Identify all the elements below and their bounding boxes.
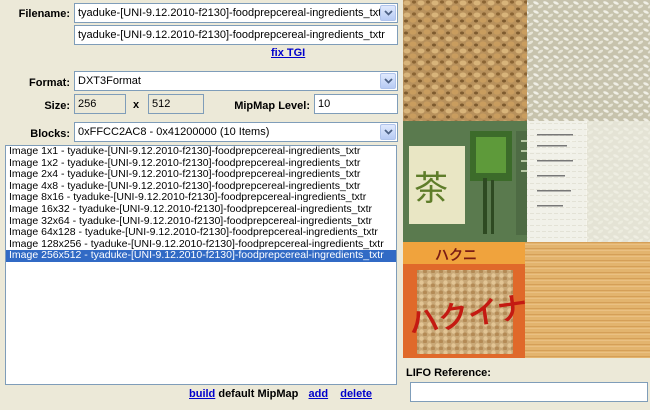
texture-preview-image: 茶 ハクニ ハクイナリ	[403, 0, 650, 358]
cereal-box-top-glyph: ハクニ	[435, 248, 477, 264]
texture-preview: 茶 ハクニ ハクイナリ	[403, 0, 650, 358]
format-dropdown-button[interactable]	[380, 73, 396, 89]
blocks-dropdown-button[interactable]	[380, 124, 396, 140]
list-item[interactable]: Image 64x128 - tyaduke-[UNI-9.12.2010-f2…	[6, 227, 396, 239]
mipmap-actions: build default MipMap add delete	[189, 388, 372, 400]
filename-text-field[interactable]: tyaduke-[UNI-9.12.2010-f2130]-foodprepce…	[74, 25, 398, 45]
blocks-label: Blocks:	[30, 128, 70, 140]
format-combo-value: DXT3Format	[78, 75, 141, 87]
lifo-reference-field[interactable]	[410, 382, 648, 402]
chevron-down-icon	[383, 129, 393, 135]
delete-link[interactable]: delete	[340, 388, 372, 400]
chevron-down-icon	[383, 10, 393, 16]
rice-texture	[527, 0, 650, 121]
lifo-reference-label: LIFO Reference:	[406, 367, 491, 379]
fix-tgi-link[interactable]: fix TGI	[271, 47, 305, 59]
mipmap-level-field[interactable]: 10	[314, 94, 398, 114]
cereal-texture	[403, 0, 527, 121]
tea-package-glyph: 茶	[414, 169, 448, 209]
mipmap-level-label: MipMap Level:	[234, 100, 310, 112]
size-height-field: 512	[148, 94, 204, 114]
filename-combo[interactable]: tyaduke-[UNI-9.12.2010-f2130]-foodprepce…	[74, 3, 398, 23]
size-width-field: 256	[74, 94, 126, 114]
mipmap-image-list[interactable]: Image 1x1 - tyaduke-[UNI-9.12.2010-f2130…	[5, 145, 397, 385]
format-label: Format:	[29, 77, 70, 89]
default-mipmap-text: default MipMap	[218, 388, 299, 400]
blocks-combo-value: 0xFFCC2AC8 - 0x41200000 (10 Items)	[78, 126, 270, 138]
format-combo[interactable]: DXT3Format	[74, 71, 398, 91]
list-item[interactable]: Image 1x1 - tyaduke-[UNI-9.12.2010-f2130…	[6, 146, 396, 158]
paper-texture	[527, 121, 587, 242]
blocks-combo[interactable]: 0xFFCC2AC8 - 0x41200000 (10 Items)	[74, 122, 398, 142]
size-x-separator: x	[133, 99, 140, 111]
size-label: Size:	[44, 100, 70, 112]
list-item[interactable]: Image 256x512 - tyaduke-[UNI-9.12.2010-f…	[6, 250, 396, 262]
add-link[interactable]: add	[309, 388, 329, 400]
filename-label: Filename:	[18, 8, 70, 20]
chevron-down-icon	[383, 78, 393, 84]
filename-dropdown-button[interactable]	[380, 5, 396, 21]
list-item[interactable]: Image 16x32 - tyaduke-[UNI-9.12.2010-f21…	[6, 203, 396, 216]
wood-texture	[525, 242, 650, 358]
filename-combo-value: tyaduke-[UNI-9.12.2010-f2130]-foodprepce…	[78, 7, 380, 19]
build-link[interactable]: build	[189, 388, 215, 400]
